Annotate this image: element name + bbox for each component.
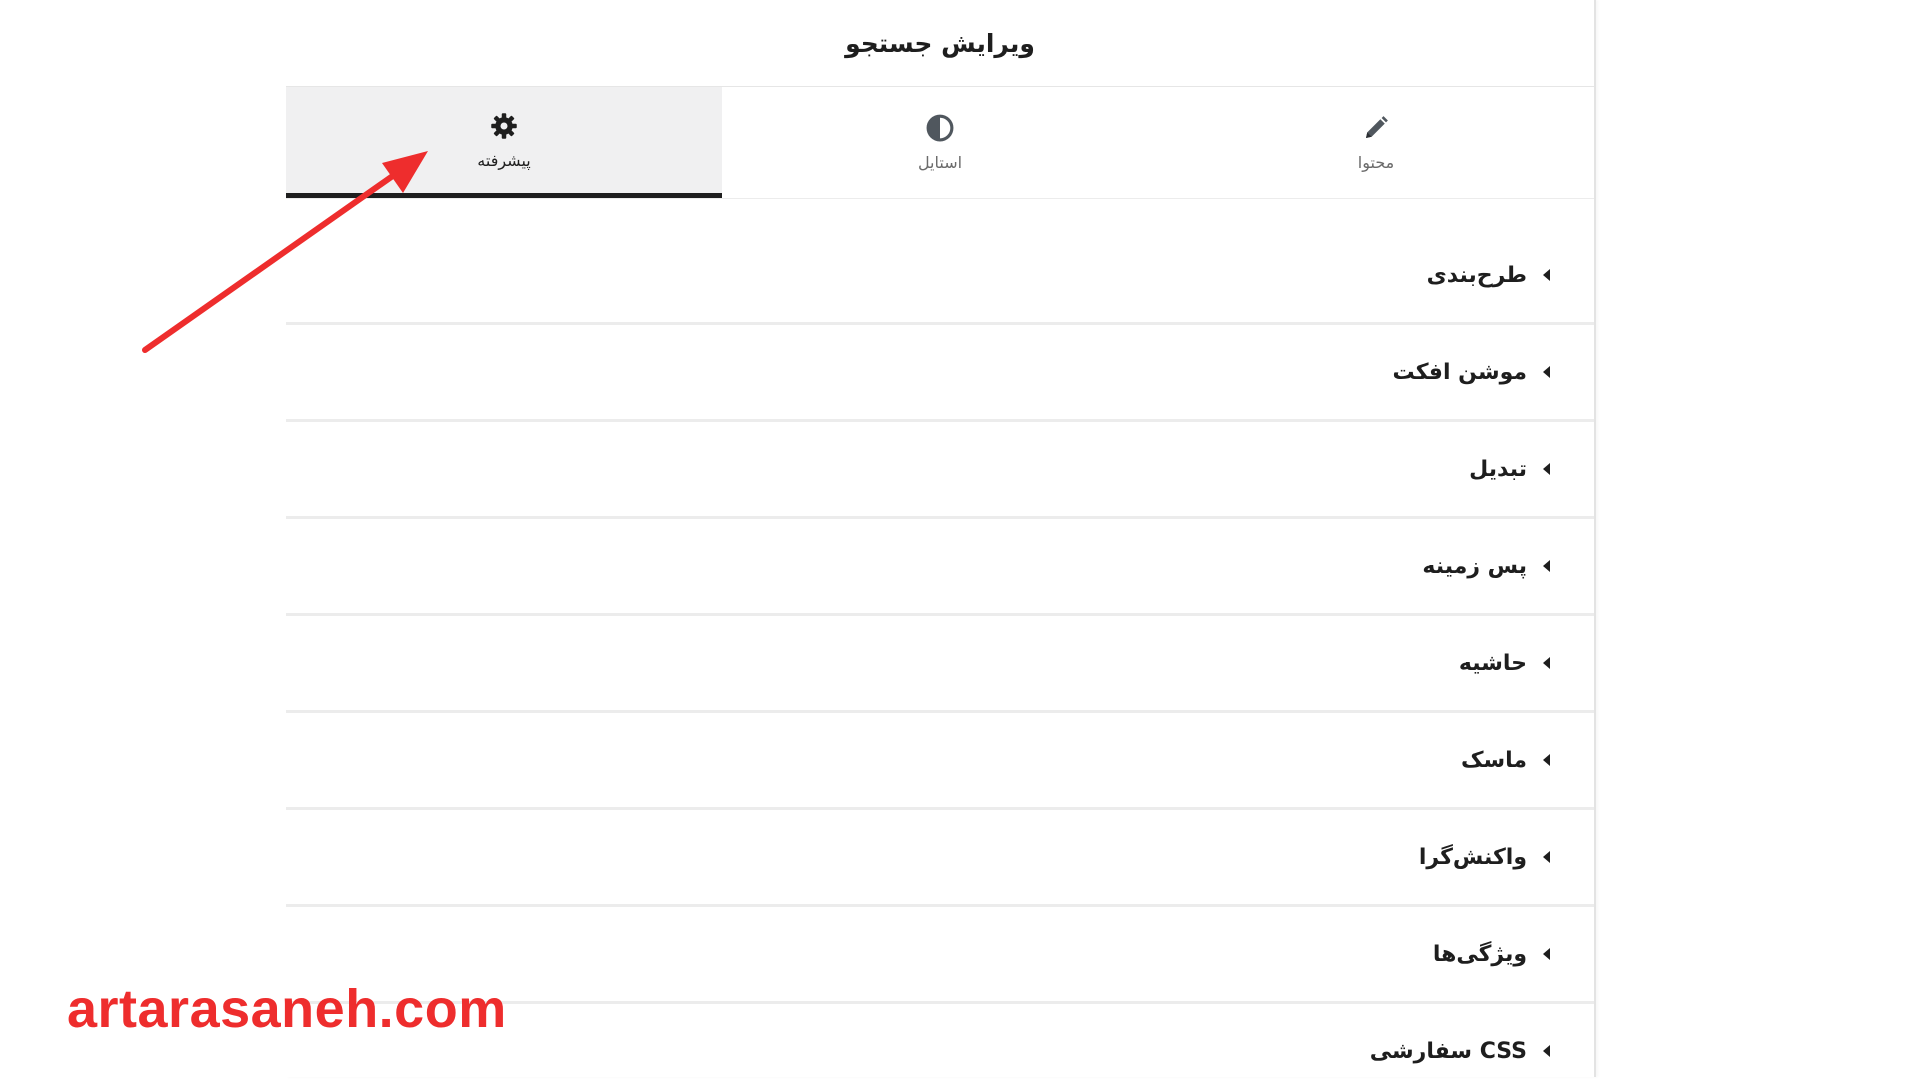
caret-left-icon [1543, 1045, 1550, 1057]
caret-left-icon [1543, 851, 1550, 863]
section-transform[interactable]: تبدیل [286, 422, 1594, 519]
section-layout[interactable]: طرح‌بندی [286, 228, 1594, 325]
caret-left-icon [1543, 463, 1550, 475]
tab-bar: محتوا استایل پیشرفته [286, 87, 1594, 199]
section-label: موشن افکت [1392, 359, 1527, 385]
section-label: ویژگی‌ها [1432, 941, 1527, 967]
section-label: ماسک [1460, 747, 1527, 773]
section-label: طرح‌بندی [1426, 262, 1527, 288]
tab-style[interactable]: استایل [722, 87, 1158, 198]
section-label: CSS سفارشی [1369, 1038, 1527, 1064]
panel-header: ویرایش جستجو [286, 0, 1594, 87]
section-label: پس زمینه [1422, 553, 1527, 579]
tab-label-content: محتوا [1357, 153, 1395, 172]
caret-left-icon [1543, 754, 1550, 766]
tab-label-style: استایل [917, 153, 963, 172]
pencil-icon [1366, 116, 1388, 138]
section-mask[interactable]: ماسک [286, 713, 1594, 810]
gear-icon [491, 112, 517, 139]
tab-label-advanced: پیشرفته [477, 150, 531, 170]
section-background[interactable]: پس زمینه [286, 519, 1594, 616]
section-border[interactable]: حاشیه [286, 616, 1594, 713]
tab-content[interactable]: محتوا [1158, 87, 1594, 198]
caret-left-icon [1543, 269, 1550, 281]
panel-title: ویرایش جستجو [845, 28, 1035, 58]
caret-left-icon [1543, 560, 1550, 572]
caret-left-icon [1543, 948, 1550, 960]
caret-left-icon [1543, 657, 1550, 669]
tab-advanced[interactable]: پیشرفته [286, 87, 722, 198]
section-label: تبدیل [1469, 456, 1527, 482]
section-responsive[interactable]: واکنش‌گرا [286, 810, 1594, 907]
section-label: واکنش‌گرا [1418, 844, 1527, 870]
watermark-text: artarasaneh.com [67, 979, 507, 1039]
section-label: حاشیه [1458, 650, 1527, 676]
section-motion-effects[interactable]: موشن افکت [286, 325, 1594, 422]
advanced-sections-list: طرح‌بندی موشن افکت تبدیل پس زمینه حاشیه … [286, 228, 1594, 1080]
screenshot-stage: ویرایش جستجو محتوا استایل [0, 0, 1920, 1080]
editor-panel: ویرایش جستجو محتوا استایل [286, 0, 1596, 1077]
caret-left-icon [1543, 366, 1550, 378]
contrast-icon [926, 114, 954, 142]
